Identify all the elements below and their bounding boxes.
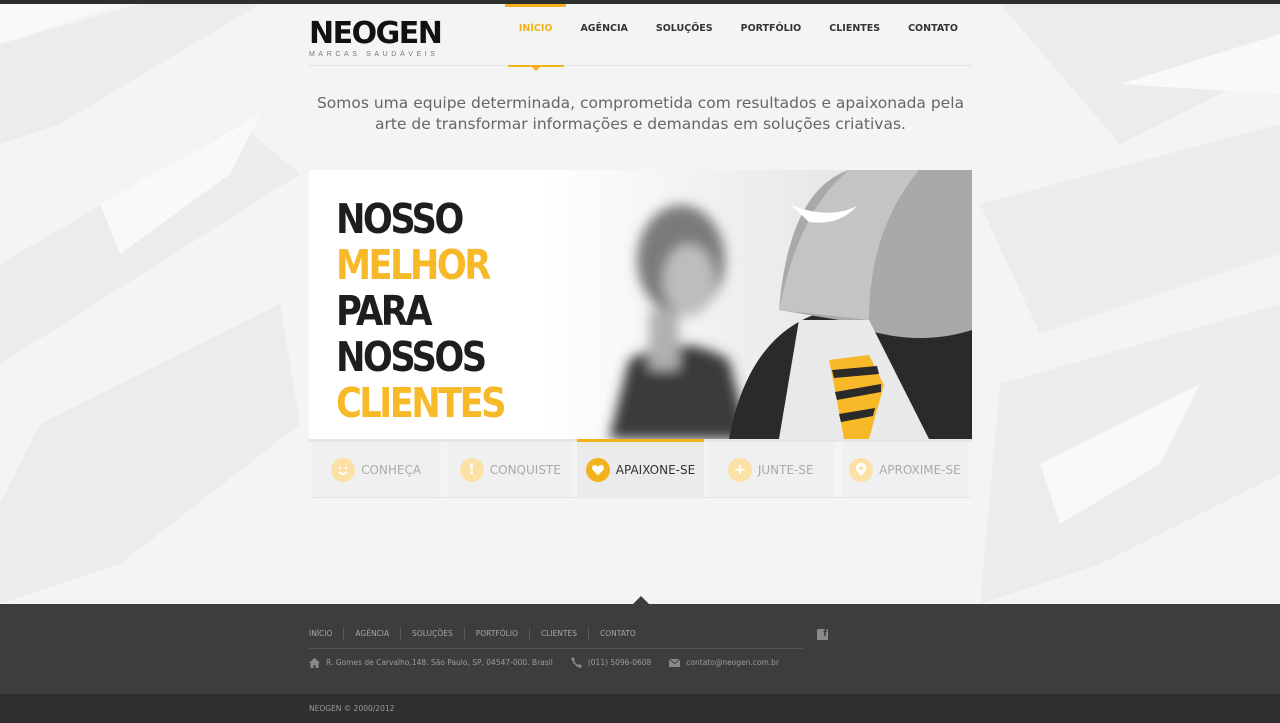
facebook-icon[interactable]: f [817,629,828,640]
nav-item-contato[interactable]: CONTATO [894,4,972,66]
copyright-text: NEOGEN © 2000/2012 [309,704,395,713]
footer-nav-inicio[interactable]: INÍCIO [309,628,343,640]
footer-nav-solucoes[interactable]: SOLUÇÕES [400,628,464,640]
nav-item-agencia[interactable]: AGÊNCIA [566,4,641,66]
footer-arrow [633,596,649,604]
nav-item-solucoes[interactable]: SOLUÇÕES [642,4,727,66]
headline-line-1: NOSSO [336,195,464,243]
footer-nav-clientes[interactable]: CLIENTES [528,628,588,640]
hero-headline: NOSSO MELHOR PARA NOSSOS CLIENTES [336,195,507,427]
intro-text: Somos uma equipe determinada, comprometi… [316,94,965,133]
hero-banner[interactable]: NOSSO MELHOR PARA NOSSOS CLIENTES [309,170,972,439]
logo-wordmark: NEOGEN [309,16,443,51]
tab-apaixone-se[interactable]: APAIXONE-SE [577,439,704,497]
main-nav: INÍCIO AGÊNCIA SOLUÇÕES PORTFÓLIO CLIENT… [504,4,972,71]
tab-label: APAIXONE-SE [615,462,696,477]
headline-line-4: NOSSOS [336,333,487,381]
location-pin-icon [849,457,874,482]
email-item[interactable]: contato@neogen.com.br [669,658,779,667]
logo[interactable]: NEOGEN MARCAS SAUDÁVEIS [309,16,443,59]
site-footer: INÍCIO AGÊNCIA SOLUÇÕES PORTFÓLIO CLIENT… [0,604,1280,694]
exclamation-icon: ! [459,457,484,482]
footer-divider [309,648,803,649]
home-icon [309,657,320,668]
contact-info: R. Gomes de Carvalho,148. São Paulo, SP,… [309,657,797,668]
tab-label: CONHEÇA [361,462,422,477]
mail-icon [669,658,681,667]
email-text: contato@neogen.com.br [686,658,780,667]
tab-label: APROXIME-SE [879,462,961,477]
footer-nav-contato[interactable]: CONTATO [588,628,647,640]
logo-tagline: MARCAS SAUDÁVEIS [309,51,439,58]
footer-nav: INÍCIO AGÊNCIA SOLUÇÕES PORTFÓLIO CLIENT… [309,628,647,640]
tab-conheca[interactable]: CONHEÇA [313,442,440,497]
headline-line-3: PARA [336,287,433,335]
tab-junte-se[interactable]: + JUNTE-SE [707,442,834,497]
tab-label: CONQUISTE [489,462,561,477]
footer-nav-portfolio[interactable]: PORTFÓLIO [463,628,529,640]
plus-icon: + [727,457,752,482]
copyright-bar: NEOGEN © 2000/2012 [0,694,1280,723]
address-item: R. Gomes de Carvalho,148. São Paulo, SP,… [309,657,553,668]
nav-item-clientes[interactable]: CLIENTES [815,4,894,66]
headline-line-5: CLIENTES [336,379,507,427]
nav-item-inicio[interactable]: INÍCIO [504,4,567,71]
headline-line-2: MELHOR [336,241,491,289]
heart-icon [585,457,610,482]
site-header: NEOGEN MARCAS SAUDÁVEIS INÍCIO AGÊNCIA S… [309,4,972,71]
tab-label: JUNTE-SE [757,462,814,477]
phone-icon [570,657,582,668]
feature-tabs: CONHEÇA ! CONQUISTE APAIXONE-SE + JUNTE-… [309,439,972,498]
tab-aproxime-se[interactable]: APROXIME-SE [841,442,969,497]
phone-text: (011) 5096-0608 [587,658,652,667]
nav-item-portfolio[interactable]: PORTFÓLIO [727,4,816,66]
address-text: R. Gomes de Carvalho,148. São Paulo, SP,… [326,658,553,667]
tab-conquiste[interactable]: ! CONQUISTE [447,442,574,497]
phone-item: (011) 5096-0608 [570,657,652,668]
smiley-icon [331,457,356,482]
footer-nav-agencia[interactable]: AGÊNCIA [343,628,400,640]
